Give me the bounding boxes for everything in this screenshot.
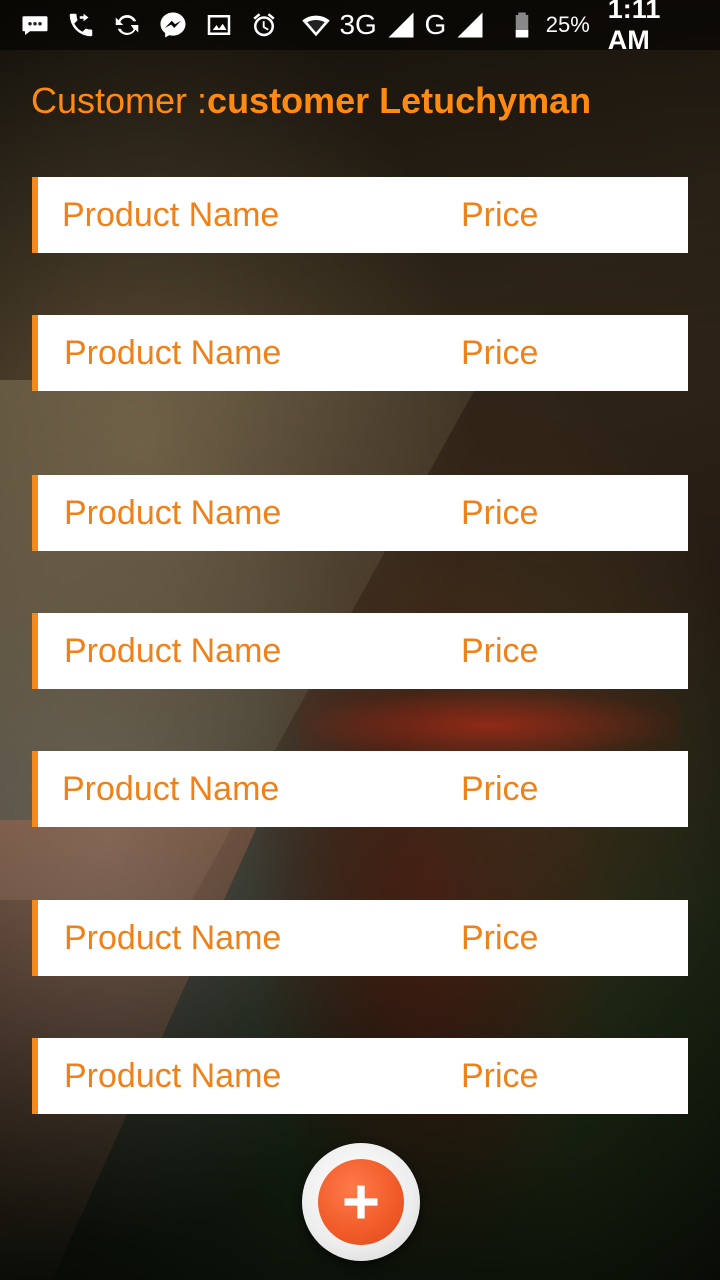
- customer-header: Customer :customer Letuchyman: [31, 80, 591, 122]
- product-name: Product Name: [64, 493, 282, 532]
- messenger-icon: [156, 8, 190, 42]
- customer-name: customer Letuchyman: [207, 80, 592, 121]
- product-row[interactable]: Product Name Price: [32, 475, 688, 551]
- product-price: Price: [461, 1056, 539, 1095]
- battery-icon: [506, 8, 538, 42]
- product-price: Price: [461, 769, 539, 808]
- product-name: Product Name: [64, 333, 282, 372]
- status-bar: 3G G 25% 1:11 AM: [0, 0, 720, 55]
- product-price: Price: [461, 333, 539, 372]
- notification-icons: [6, 8, 236, 42]
- screen: 3G G 25% 1:11 AM Customer :customer Letu…: [0, 0, 720, 1280]
- signal-icon: [454, 8, 486, 42]
- add-product-button[interactable]: [302, 1143, 420, 1261]
- product-price: Price: [461, 631, 539, 670]
- product-row[interactable]: Product Name Price: [32, 613, 688, 689]
- product-name: Product Name: [62, 195, 280, 234]
- product-row[interactable]: Product Name Price: [32, 1038, 688, 1114]
- product-price: Price: [461, 493, 539, 532]
- product-row[interactable]: Product Name Price: [32, 751, 688, 827]
- wifi-icon: [300, 8, 332, 42]
- product-price: Price: [461, 195, 539, 234]
- product-row[interactable]: Product Name Price: [32, 177, 688, 253]
- background-image-band: [300, 690, 680, 760]
- clock: 1:11 AM: [607, 0, 661, 55]
- battery-percent: 25%: [545, 12, 590, 37]
- plus-icon: [344, 1185, 378, 1219]
- product-name: Product Name: [64, 631, 282, 670]
- product-row[interactable]: Product Name Price: [32, 315, 688, 391]
- sync-icon: [110, 8, 144, 42]
- alarm-icon: [248, 8, 280, 42]
- add-button-face: [318, 1159, 404, 1245]
- product-name: Product Name: [64, 1056, 282, 1095]
- network-type-3g: 3G: [339, 9, 377, 40]
- signal-icon: [385, 8, 417, 42]
- image-icon: [202, 8, 236, 42]
- product-name: Product Name: [64, 918, 282, 957]
- product-price: Price: [461, 918, 539, 957]
- customer-label: Customer :: [31, 80, 208, 121]
- network-type-g: G: [424, 9, 447, 40]
- product-row[interactable]: Product Name Price: [32, 900, 688, 976]
- system-status: 3G G 25% 1:11 AM: [236, 0, 702, 56]
- call-forward-icon: [64, 8, 98, 42]
- chat-bubble-icon: [18, 8, 52, 42]
- product-name: Product Name: [62, 769, 280, 808]
